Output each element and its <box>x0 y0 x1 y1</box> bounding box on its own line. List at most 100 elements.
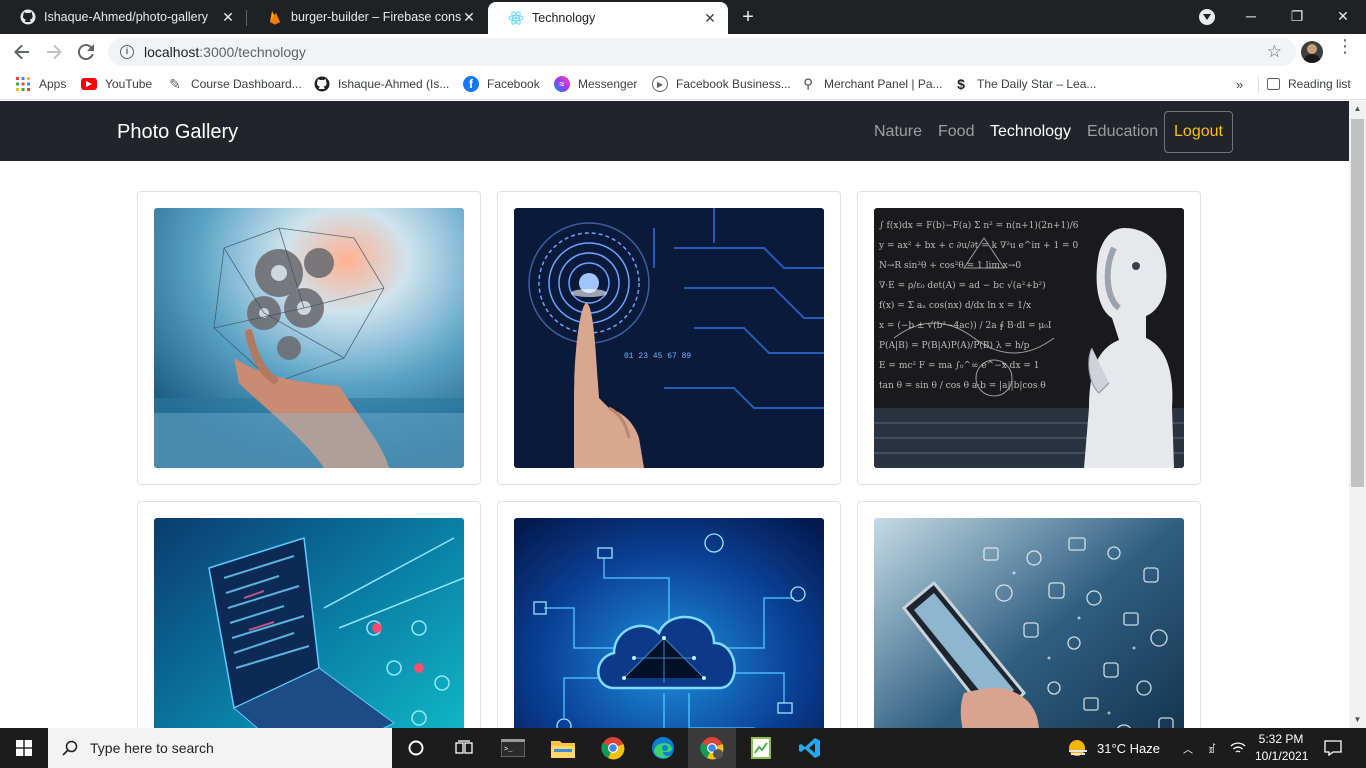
bookmark-label: The Daily Star – Lea... <box>977 77 1097 91</box>
svg-text:x = (−b ± √(b²−4ac)) / 2a ∮: x = (−b ± √(b²−4ac)) / 2a ∮ B·dl = μ₀I <box>879 320 1052 331</box>
daily-star-icon: $ <box>957 76 965 92</box>
windows-start-icon[interactable] <box>0 728 48 768</box>
editor-app-icon[interactable] <box>736 728 786 768</box>
file-explorer-icon[interactable] <box>538 728 588 768</box>
svg-text:P(A|B) = P(B|A)P(A)/P(B) λ =: P(A|B) = P(B|A)P(A)/P(B) λ = h/p <box>879 340 1030 351</box>
url-text: localhost:3000/technology <box>144 44 306 60</box>
bookmark-star-icon[interactable]: ☆ <box>1267 42 1282 62</box>
tray-chevron-up-icon[interactable]: ︿ <box>1180 728 1196 768</box>
nav-link-nature[interactable]: Nature <box>874 123 922 141</box>
nav-link-education[interactable]: Education <box>1087 123 1158 141</box>
tab-title: Technology <box>532 11 596 25</box>
bookmark-facebook[interactable]: f Facebook <box>463 70 540 98</box>
wifi-icon[interactable] <box>1228 728 1248 768</box>
clock-date[interactable]: 10/1/2021 <box>1255 749 1308 763</box>
tab-firebase-console[interactable]: burger-builder – Firebase console ✕ <box>247 0 487 34</box>
new-tab-icon[interactable]: + <box>738 7 758 27</box>
logout-button[interactable]: Logout <box>1164 111 1233 153</box>
bookmarks-divider <box>1258 77 1259 93</box>
svg-text:tan θ = sin θ / cos θ a·b =: tan θ = sin θ / cos θ a·b = |a||b|cos θ <box>879 381 1046 391</box>
reading-list-label: Reading list <box>1288 77 1351 91</box>
close-tab-icon[interactable]: ✕ <box>220 9 236 26</box>
merchant-icon: ⚲ <box>803 76 813 91</box>
svg-text:f(x) = Σ aₙ cos(nx) d/dx ln: f(x) = Σ aₙ cos(nx) d/dx ln x = 1/x <box>879 300 1031 311</box>
svg-text:E = mc² F = ma ∫₀^∞ e^−x d: E = mc² F = ma ∫₀^∞ e^−x dx = 1 <box>879 361 1040 371</box>
photo-card: ∫ f(x)dx = F(b)−F(a) Σ n² = n(n+1)(2n+1)… <box>857 191 1201 485</box>
site-info-icon[interactable]: i <box>120 45 134 59</box>
search-icon <box>62 740 78 756</box>
chrome-profile-active-icon[interactable] <box>688 728 736 768</box>
bookmark-label: Facebook <box>487 77 540 91</box>
terminal-app-icon[interactable]: >_ <box>488 728 538 768</box>
notifications-icon[interactable] <box>1318 728 1348 768</box>
photo-cloud-network[interactable] <box>514 518 824 728</box>
photo-card <box>857 501 1201 728</box>
tab-title: Ishaque-Ahmed/photo-gallery <box>44 10 208 24</box>
close-tab-icon[interactable]: ✕ <box>702 10 718 27</box>
scrollbar-thumb[interactable] <box>1351 119 1364 487</box>
bookmark-label: YouTube <box>105 77 153 91</box>
bookmark-course-dashboard[interactable]: ✎ Course Dashboard... <box>167 70 302 98</box>
tab-technology[interactable]: Technology ✕ <box>488 2 728 34</box>
nav-link-technology[interactable]: Technology <box>990 123 1071 141</box>
weather-icon[interactable] <box>1066 728 1090 768</box>
bookmark-label: Merchant Panel | Pa... <box>824 77 943 91</box>
photo-hand-gears[interactable] <box>154 208 464 468</box>
bookmark-daily-star[interactable]: $ The Daily Star – Lea... <box>953 70 1096 98</box>
scroll-up-icon[interactable]: ▲ <box>1349 101 1366 117</box>
svg-text:∫ f(x)dx = F(b)−F(a) Σ n² =: ∫ f(x)dx = F(b)−F(a) Σ n² = n(n+1)(2n+1)… <box>879 220 1079 231</box>
photo-fingerprint-touch[interactable]: 01 23 45 67 89 <box>514 208 824 468</box>
url-path: :3000/technology <box>199 44 306 60</box>
facebook-business-icon: ▶ <box>652 76 668 92</box>
menu-kebab-icon[interactable]: ⋮ <box>1336 37 1354 55</box>
photo-laptop-code[interactable] <box>154 518 464 728</box>
page-scrollbar[interactable]: ▲ ▼ <box>1349 101 1366 728</box>
url-host: localhost <box>144 44 200 60</box>
chrome-icon[interactable] <box>588 728 638 768</box>
nav-link-food[interactable]: Food <box>938 123 974 141</box>
bookmark-messenger[interactable]: ≈ Messenger <box>554 70 637 98</box>
photo-robot-formulas[interactable]: ∫ f(x)dx = F(b)−F(a) Σ n² = n(n+1)(2n+1)… <box>874 208 1184 468</box>
site-brand[interactable]: Photo Gallery <box>117 121 238 144</box>
minimize-icon[interactable]: ─ <box>1228 0 1274 32</box>
clock-time[interactable]: 5:32 PM <box>1255 732 1307 746</box>
photo-card <box>137 501 481 728</box>
profile-avatar[interactable] <box>1301 41 1323 63</box>
apps-grid-icon <box>15 76 31 92</box>
bookmark-label: Messenger <box>578 77 638 91</box>
back-icon[interactable] <box>10 40 34 64</box>
edge-icon[interactable] <box>638 728 688 768</box>
bookmark-youtube[interactable]: YouTube <box>81 70 152 98</box>
taskbar-search-input[interactable]: Type here to search <box>48 728 392 768</box>
bookmark-label: Facebook Business... <box>676 77 791 91</box>
reload-icon[interactable] <box>74 40 98 64</box>
bookmark-label: Apps <box>39 77 67 91</box>
reading-list-button[interactable]: Reading list <box>1267 70 1351 98</box>
close-tab-icon[interactable]: ✕ <box>461 9 477 26</box>
svg-text:>_: >_ <box>504 746 513 754</box>
course-icon: ✎ <box>169 75 181 92</box>
cortana-icon[interactable] <box>392 728 440 768</box>
forward-icon[interactable] <box>42 40 66 64</box>
messenger-icon: ≈ <box>554 76 570 92</box>
weather-text[interactable]: 31°C Haze <box>1097 741 1160 756</box>
bookmark-github[interactable]: Ishaque-Ahmed (Is... <box>314 70 449 98</box>
bookmark-facebook-business[interactable]: ▶ Facebook Business... <box>652 70 791 98</box>
vscode-icon[interactable] <box>786 728 834 768</box>
tab-photo-gallery-repo[interactable]: Ishaque-Ahmed/photo-gallery ✕ <box>0 0 246 34</box>
youtube-icon <box>81 78 97 90</box>
tab-search-icon[interactable] <box>1199 9 1215 25</box>
more-bookmarks-button[interactable]: » <box>1236 70 1243 98</box>
restore-icon[interactable]: ❐ <box>1274 0 1320 32</box>
bookmark-merchant-panel[interactable]: ⚲ Merchant Panel | Pa... <box>800 70 943 98</box>
photo-smartphone-apps[interactable] <box>874 518 1184 728</box>
bookmark-apps[interactable]: Apps <box>15 70 66 98</box>
close-window-icon[interactable]: ✕ <box>1320 0 1366 32</box>
page-viewport: Photo Gallery Nature Food Technology Edu… <box>0 101 1349 728</box>
github-icon <box>20 9 36 25</box>
task-view-icon[interactable] <box>440 728 488 768</box>
input-method-icon[interactable]: ꀃ <box>1202 728 1222 768</box>
address-bar[interactable]: i localhost:3000/technology ☆ <box>108 38 1296 66</box>
windows-taskbar: Type here to search >_ 31°C Haze ︿ ꀃ 5:3… <box>0 728 1366 768</box>
scroll-down-icon[interactable]: ▼ <box>1349 712 1366 728</box>
